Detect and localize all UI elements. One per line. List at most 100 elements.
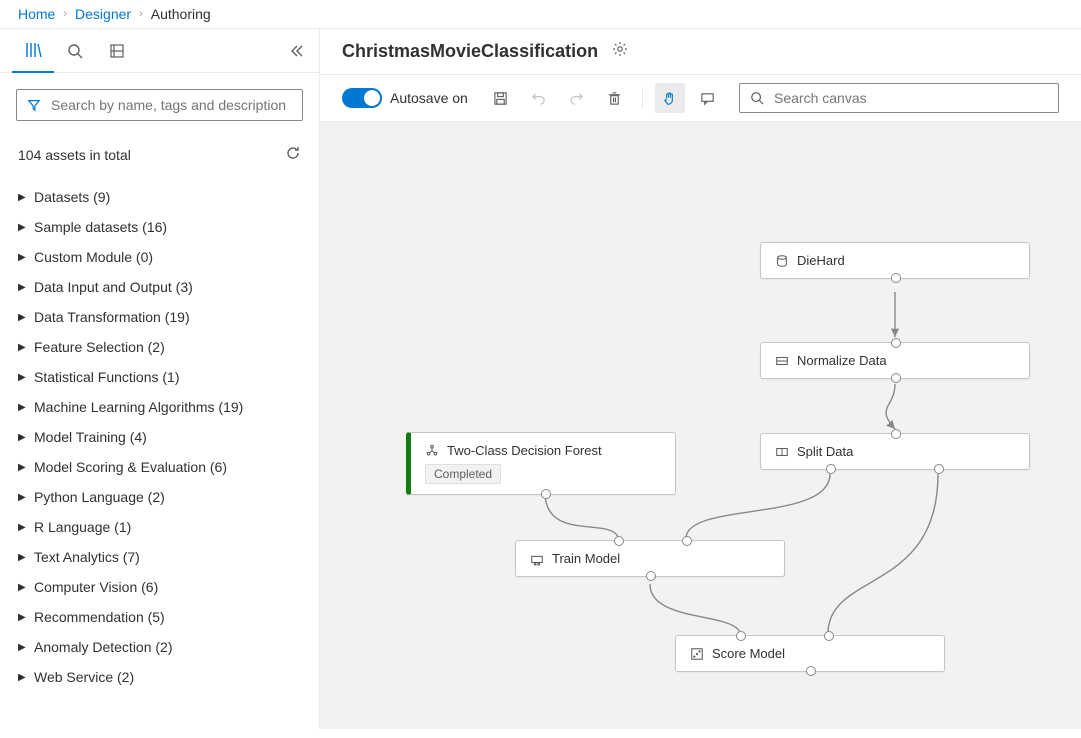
input-port[interactable] [891, 429, 901, 439]
node-label: Train Model [552, 551, 620, 566]
node-score[interactable]: Score Model [675, 635, 945, 672]
tab-search[interactable] [54, 29, 96, 73]
input-port[interactable] [736, 631, 746, 641]
save-icon [493, 91, 508, 106]
input-port[interactable] [891, 338, 901, 348]
node-normalize[interactable]: Normalize Data [760, 342, 1030, 379]
redo-button[interactable] [562, 83, 592, 113]
output-port[interactable] [826, 464, 836, 474]
tree-item[interactable]: ▶Model Training (4) [6, 422, 313, 452]
tree-item-label: Statistical Functions (1) [34, 369, 180, 385]
pipeline-canvas[interactable]: DieHard Normalize Data Split Data [320, 122, 1081, 729]
tree-item-label: Python Language (2) [34, 489, 165, 505]
components-icon [109, 43, 125, 59]
tree-item-label: Custom Module (0) [34, 249, 153, 265]
gear-icon [612, 41, 628, 57]
canvas-search-box[interactable] [739, 83, 1059, 113]
tree-item[interactable]: ▶Feature Selection (2) [6, 332, 313, 362]
module-icon [775, 445, 789, 459]
module-icon [775, 354, 789, 368]
undo-button[interactable] [524, 83, 554, 113]
tree-item[interactable]: ▶Web Service (2) [6, 662, 313, 692]
toolbar-divider [642, 87, 643, 109]
tree-item[interactable]: ▶Datasets (9) [6, 182, 313, 212]
asset-search-input[interactable] [49, 96, 292, 114]
tree-item[interactable]: ▶R Language (1) [6, 512, 313, 542]
hand-icon [662, 91, 677, 106]
chevron-right-icon: ▶ [18, 372, 26, 383]
node-label: Normalize Data [797, 353, 887, 368]
tree-item[interactable]: ▶ Sample datasets (16) [6, 212, 313, 242]
breadcrumb-home[interactable]: Home [18, 6, 55, 22]
save-button[interactable] [486, 83, 516, 113]
autosave-label: Autosave on [390, 90, 468, 106]
input-port[interactable] [824, 631, 834, 641]
tree-item-label: Machine Learning Algorithms (19) [34, 399, 243, 415]
tab-components[interactable] [96, 29, 138, 73]
filter-icon [27, 98, 41, 112]
status-badge: Completed [425, 464, 501, 484]
node-diehard[interactable]: DieHard [760, 242, 1030, 279]
asset-search-box[interactable] [16, 89, 303, 121]
input-port[interactable] [614, 536, 624, 546]
tree-item[interactable]: ▶ Python Language (2) [6, 482, 313, 512]
chevron-right-icon: ▶ [18, 282, 26, 293]
delete-button[interactable] [600, 83, 630, 113]
train-icon [530, 552, 544, 566]
chevron-double-left-icon [289, 43, 305, 59]
tree-item[interactable]: ▶Recommendation (5) [6, 602, 313, 632]
canvas-toolbar: Autosave on [320, 75, 1081, 122]
node-train[interactable]: Train Model [515, 540, 785, 577]
chevron-right-icon: ▶ [18, 222, 26, 233]
tree-item[interactable]: ▶ Machine Learning Algorithms (19) [6, 392, 313, 422]
refresh-button[interactable] [285, 145, 301, 164]
chevron-right-icon: ▶ [18, 492, 26, 503]
breadcrumb: Home › Designer › Authoring [0, 0, 1081, 29]
comment-button[interactable] [693, 83, 723, 113]
tree-item[interactable]: ▶Data Input and Output (3) [6, 272, 313, 302]
tree-item-label: Datasets (9) [34, 189, 110, 205]
refresh-icon [285, 145, 301, 161]
tree-item[interactable]: ▶Computer Vision (6) [6, 572, 313, 602]
tab-library[interactable] [12, 29, 54, 73]
chevron-right-icon: ▶ [18, 252, 26, 263]
chevron-right-icon: ▶ [18, 672, 26, 683]
breadcrumb-designer[interactable]: Designer [75, 6, 131, 22]
chevron-right-icon: ▶ [18, 612, 26, 623]
pan-button[interactable] [655, 83, 685, 113]
output-port[interactable] [646, 571, 656, 581]
node-two-class-forest[interactable]: Two-Class Decision Forest Completed [406, 432, 676, 495]
redo-icon [569, 91, 584, 106]
undo-icon [531, 91, 546, 106]
node-label: Split Data [797, 444, 853, 459]
tree-item[interactable]: ▶Data Transformation (19) [6, 302, 313, 332]
output-port[interactable] [541, 489, 551, 499]
page-title: ChristmasMovieClassification [342, 41, 598, 62]
chevron-right-icon: ▶ [18, 432, 26, 443]
node-split[interactable]: Split Data [760, 433, 1030, 470]
chevron-right-icon: ▶ [18, 402, 26, 413]
tree-item[interactable]: ▶Model Scoring & Evaluation (6) [6, 452, 313, 482]
tree-item-label: Feature Selection (2) [34, 339, 165, 355]
tree-item-label: Computer Vision (6) [34, 579, 158, 595]
node-label: Two-Class Decision Forest [447, 443, 602, 458]
score-icon [690, 647, 704, 661]
tree-item[interactable]: ▶Anomaly Detection (2) [6, 632, 313, 662]
tree-item-label: Sample datasets (16) [34, 219, 167, 235]
output-port[interactable] [806, 666, 816, 676]
tree-item[interactable]: ▶ Custom Module (0) [6, 242, 313, 272]
tree-item-label: Model Scoring & Evaluation (6) [34, 459, 227, 475]
library-icon [24, 41, 42, 59]
autosave-toggle[interactable] [342, 88, 382, 108]
search-icon [750, 91, 764, 105]
output-port[interactable] [891, 373, 901, 383]
tree-item[interactable]: ▶Text Analytics (7) [6, 542, 313, 572]
collapse-sidebar-button[interactable] [289, 29, 305, 73]
canvas-search-input[interactable] [772, 89, 1048, 107]
asset-sidebar: 104 assets in total ▶Datasets (9) ▶Sampl… [0, 29, 320, 729]
output-port[interactable] [891, 273, 901, 283]
settings-button[interactable] [612, 41, 628, 62]
output-port[interactable] [934, 464, 944, 474]
input-port[interactable] [682, 536, 692, 546]
tree-item[interactable]: ▶ Statistical Functions (1) [6, 362, 313, 392]
